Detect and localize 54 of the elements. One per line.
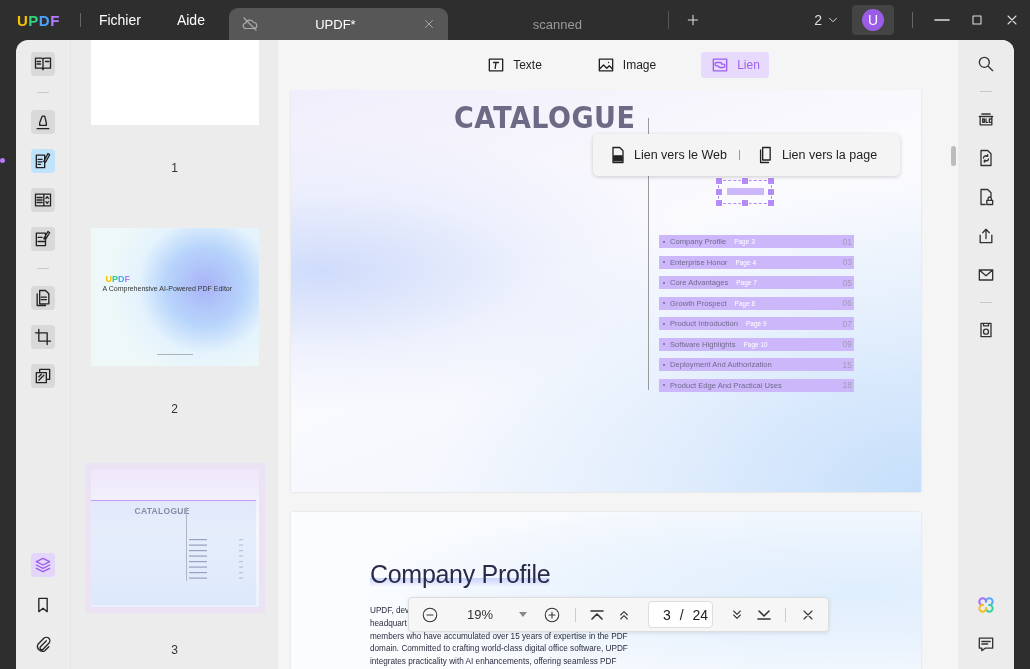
tool-button[interactable] [31, 52, 55, 76]
first-page-icon [589, 609, 604, 620]
thumbnail-title: CATALOGUE [134, 506, 190, 516]
minimize-icon [934, 19, 950, 21]
overlapping-squares-icon [33, 366, 53, 386]
avatar: U [862, 9, 884, 31]
tool-button[interactable] [31, 188, 55, 212]
active-indicator [0, 158, 5, 163]
page-number: 1 [171, 160, 178, 177]
paragraph-line: members who have accumulated over 15 years of expertise in the PDF [370, 630, 628, 643]
menu-item[interactable]: Fichier [98, 8, 141, 32]
tool-button[interactable] [31, 149, 55, 173]
paragraph-line: headquart [370, 617, 407, 630]
ai-assistant-button[interactable] [976, 595, 996, 615]
menu-item[interactable]: Lien vers la page [755, 145, 878, 165]
tool-button[interactable] [31, 286, 55, 310]
pen-document-icon [33, 151, 53, 171]
zoom-dropdown[interactable]: 19% [447, 607, 536, 622]
footer-line [156, 354, 193, 355]
menu-item[interactable]: Lien vers le Web [608, 145, 727, 165]
page-field[interactable]: 3 / 24 [647, 601, 714, 628]
edit-mode-button[interactable]: Lien [701, 52, 769, 78]
tool-button[interactable] [31, 227, 55, 251]
menu-item[interactable]: Aide [176, 8, 205, 32]
window-count-button[interactable]: 2 [814, 12, 840, 28]
cloud-slash-icon [240, 15, 259, 33]
tool-button[interactable] [31, 325, 55, 349]
layers-icon [33, 555, 53, 575]
app-logo: UPDF [17, 11, 60, 29]
tool-button[interactable] [31, 110, 55, 134]
search-icon [976, 54, 996, 74]
account-button[interactable]: U [852, 5, 894, 35]
paragraph-line: domain. Committed to crafting world-class digital office software, UPDF [370, 643, 628, 656]
selected-link-box[interactable] [718, 180, 772, 204]
edit-mode-button[interactable]: Image [586, 52, 666, 78]
catalogue-title: CATALOGUE [454, 103, 636, 133]
four-petal-icon [976, 595, 996, 615]
maximize-icon [969, 12, 985, 28]
scrollbar-thumb[interactable] [951, 146, 956, 166]
page-number: 3 [171, 642, 178, 659]
edit-mode-button[interactable]: Texte [477, 52, 551, 78]
tool-button[interactable] [31, 364, 55, 388]
zoom-in-icon [543, 605, 562, 624]
signature-document-icon [33, 229, 53, 249]
thumbnail-logo: UPDF [105, 274, 130, 284]
last-page-icon [757, 609, 772, 620]
crop-icon [33, 327, 53, 347]
page-number: 2 [171, 401, 178, 418]
zoom-out-icon [421, 605, 439, 624]
document-tab[interactable]: UPDF* [228, 8, 448, 40]
paragraph-line: integrates practicality with AI enhancements, offering seamless PDF [370, 656, 617, 669]
document-tab[interactable]: scanned [447, 8, 667, 40]
caret-icon [519, 611, 528, 618]
search-button[interactable] [976, 54, 996, 74]
